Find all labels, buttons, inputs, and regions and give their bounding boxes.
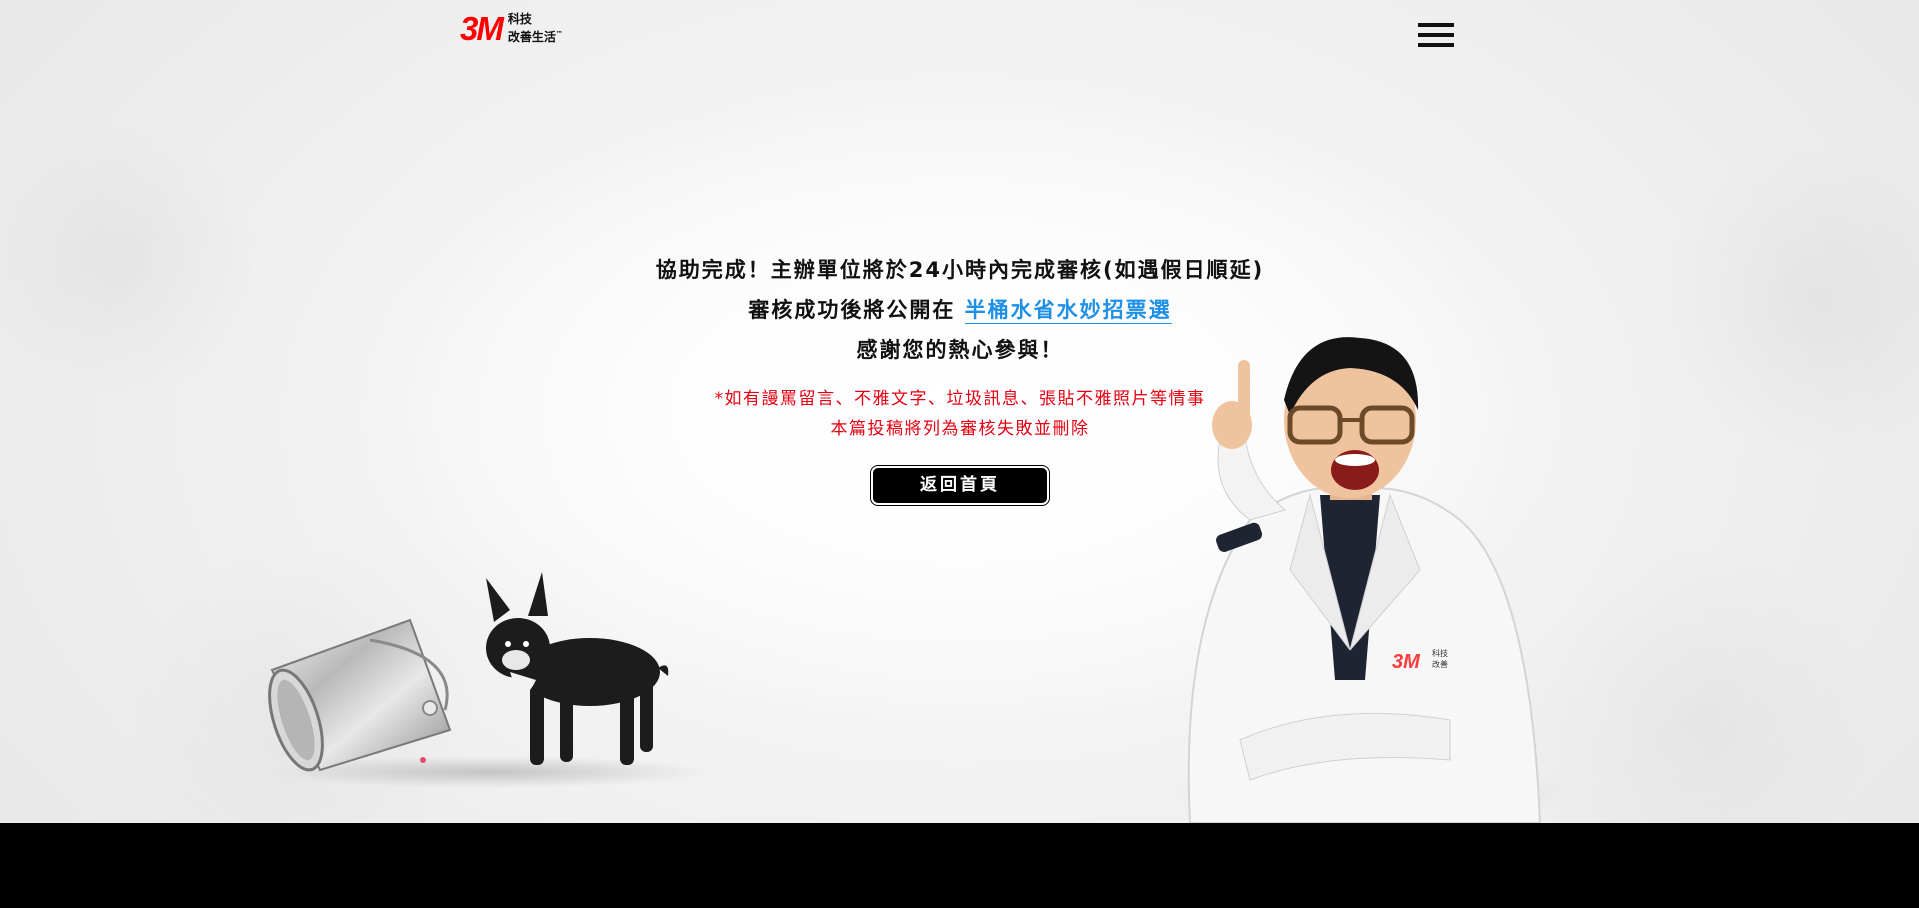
- menu-bar: [1418, 23, 1454, 27]
- return-home-button[interactable]: 返回首頁: [873, 468, 1047, 503]
- coat-logo-mark: 3M: [1392, 651, 1421, 673]
- trademark-symbol: ™: [555, 29, 563, 38]
- logo-tagline-line2: 改善生活™: [508, 27, 563, 45]
- message-line-1: 協助完成！主辦單位將於24小時內完成審核(如遇假日順延): [655, 258, 1265, 282]
- bucket-illustration: [268, 618, 452, 772]
- logo-tagline-line2-text: 改善生活: [507, 29, 556, 44]
- dog-illustration: [486, 572, 669, 765]
- bucket-and-dog-illustration: [268, 572, 710, 788]
- moderation-warning: *如有謾罵留言、不雅文字、垃圾訊息、張貼不雅照片等情事 本篇投稿將列為審核失敗並…: [560, 384, 1360, 444]
- coat-logo-line1: 科技: [1432, 648, 1448, 658]
- hamburger-menu-icon[interactable]: [1418, 23, 1454, 49]
- confirmation-message: 協助完成！主辦單位將於24小時內完成審核(如遇假日順延) 審核成功後將公開在 半…: [560, 250, 1360, 503]
- brand-logo[interactable]: 3M 科技 改善生活™: [460, 11, 563, 45]
- warning-line-1: *如有謾罵留言、不雅文字、垃圾訊息、張貼不雅照片等情事: [714, 389, 1206, 409]
- logo-tagline: 科技 改善生活™: [508, 12, 563, 45]
- vote-page-link[interactable]: 半桶水省水妙招票選: [964, 298, 1172, 324]
- footer-bar: [0, 823, 1919, 908]
- logo-tagline-line1: 科技: [507, 11, 532, 26]
- logo-mark: 3M: [460, 9, 504, 47]
- message-line-2-prefix: 審核成功後將公開在: [748, 298, 965, 322]
- coat-logo-line2: 改善: [1432, 659, 1448, 669]
- menu-bar: [1418, 43, 1454, 47]
- message-line-3: 感謝您的熱心參與！: [856, 338, 1064, 362]
- menu-bar: [1418, 33, 1454, 37]
- message-line-2: 審核成功後將公開在 半桶水省水妙招票選: [560, 290, 1360, 330]
- warning-line-2: 本篇投稿將列為審核失敗並刪除: [830, 419, 1090, 439]
- page: 3M 科技 改善生活™ 3M 科技 改善 協助完成！主辦單位將於24小時內完成審…: [0, 0, 1919, 908]
